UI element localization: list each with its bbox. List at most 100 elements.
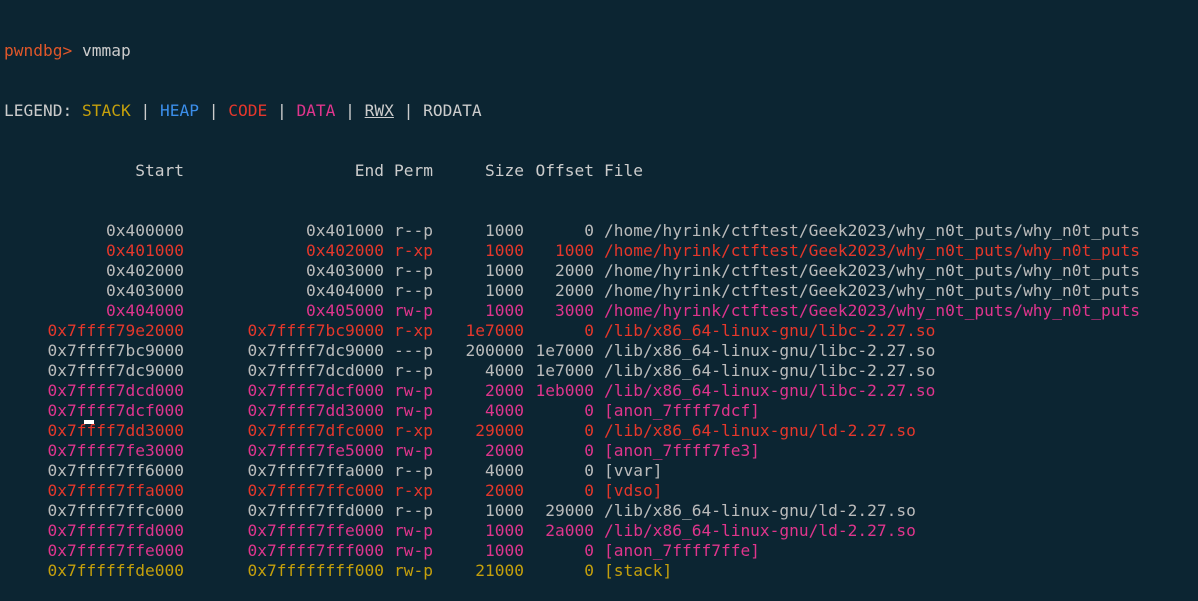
cell-offset: 2a000 bbox=[545, 521, 594, 540]
cell-size: 1000 bbox=[485, 541, 524, 560]
cell-size: 4000 bbox=[485, 401, 524, 420]
cell-file: [anon_7ffff7dcf] bbox=[604, 401, 760, 420]
cell-offset: 1000 bbox=[555, 241, 594, 260]
cell-perm: rw-p bbox=[394, 561, 433, 580]
cell-offset: 0 bbox=[584, 461, 594, 480]
mapping-table: 0x400000 0x401000 r--p 1000 0/home/hyrink/ct… bbox=[4, 221, 1140, 581]
cell-file: /home/hyrink/ctftest/Geek2023/why_n0t_pu… bbox=[604, 301, 1141, 320]
cell-end: 0x7ffff7bc9000 bbox=[247, 321, 384, 340]
cell-end: 0x7ffff7ffd000 bbox=[247, 501, 384, 520]
terminal-cursor bbox=[84, 420, 94, 424]
cell-end: 0x7ffff7dcf000 bbox=[247, 381, 384, 400]
legend-rwx: RWX bbox=[364, 101, 394, 120]
cell-start: 0x7ffff7fe3000 bbox=[47, 441, 184, 460]
cell-end: 0x401000 bbox=[306, 221, 384, 240]
cell-size: 1e7000 bbox=[465, 321, 524, 340]
cell-end: 0x403000 bbox=[306, 261, 384, 280]
cell-offset: 3000 bbox=[555, 301, 594, 320]
cell-file: /home/hyrink/ctftest/Geek2023/why_n0t_pu… bbox=[604, 281, 1141, 300]
cell-file: /lib/x86_64-linux-gnu/libc-2.27.so bbox=[604, 321, 936, 340]
header-end: End bbox=[354, 161, 384, 180]
legend-line: LEGEND: STACK | HEAP | CODE | DATA | RWX… bbox=[4, 101, 1140, 121]
prompt: pwndbg> bbox=[4, 41, 73, 60]
cell-file: [anon_7ffff7ffe] bbox=[604, 541, 760, 560]
cell-perm: rw-p bbox=[394, 401, 433, 420]
cell-size: 2000 bbox=[485, 441, 524, 460]
legend-separator: | bbox=[403, 101, 414, 120]
cell-end: 0x7ffff7dfc000 bbox=[247, 421, 384, 440]
cell-perm: r-xp bbox=[394, 481, 433, 500]
cell-file: /lib/x86_64-linux-gnu/libc-2.27.so bbox=[604, 361, 936, 380]
cell-perm: ---p bbox=[394, 341, 433, 360]
cell-size: 1000 bbox=[485, 501, 524, 520]
cell-start: 0x7ffff79e2000 bbox=[47, 321, 184, 340]
command-text: vmmap bbox=[81, 41, 131, 60]
cell-size: 1000 bbox=[485, 521, 524, 540]
cell-size: 29000 bbox=[475, 421, 524, 440]
cell-offset: 0 bbox=[584, 321, 594, 340]
cell-offset: 0 bbox=[584, 561, 594, 580]
cell-size: 2000 bbox=[485, 381, 524, 400]
table-row: 0x7ffff79e2000 0x7ffff7bc9000 r-xp 1e7000 0 /… bbox=[4, 321, 1140, 341]
cell-perm: r--p bbox=[394, 461, 433, 480]
terminal-output: pwndbg> vmmap LEGEND: STACK | HEAP | COD… bbox=[4, 1, 1140, 601]
cell-perm: rw-p bbox=[394, 541, 433, 560]
legend-label: LEGEND: bbox=[4, 101, 73, 120]
cell-end: 0x7ffffffff000 bbox=[247, 561, 384, 580]
cell-start: 0x403000 bbox=[106, 281, 184, 300]
cell-perm: r--p bbox=[394, 261, 433, 280]
table-row: 0x7ffff7dcd000 0x7ffff7dcf000 rw-p 2000 1eb0… bbox=[4, 381, 1140, 401]
cell-start: 0x7ffff7ffe000 bbox=[47, 541, 184, 560]
header-perm: Perm bbox=[394, 161, 433, 180]
cell-size: 4000 bbox=[485, 361, 524, 380]
cell-size: 1000 bbox=[485, 241, 524, 260]
cell-end: 0x7ffff7dd3000 bbox=[247, 401, 384, 420]
table-row: 0x401000 0x402000 r-xp 1000 1000/home/hyrink… bbox=[4, 241, 1140, 261]
cell-file: /lib/x86_64-linux-gnu/ld-2.27.so bbox=[604, 521, 916, 540]
header-start: Start bbox=[135, 161, 184, 180]
table-row: 0x7ffff7ff6000 0x7ffff7ffa000 r--p 4000 0 [vv… bbox=[4, 461, 1140, 481]
cell-file: [anon_7ffff7fe3] bbox=[604, 441, 760, 460]
cell-perm: r-xp bbox=[394, 421, 433, 440]
cell-file: /home/hyrink/ctftest/Geek2023/why_n0t_pu… bbox=[604, 241, 1141, 260]
cell-size: 4000 bbox=[485, 461, 524, 480]
legend-separator: | bbox=[345, 101, 355, 120]
cell-start: 0x7ffff7dc9000 bbox=[47, 361, 184, 380]
cell-perm: r--p bbox=[394, 281, 433, 300]
cell-offset: 2000 bbox=[555, 281, 594, 300]
legend-rodata: RODATA bbox=[423, 101, 482, 120]
cell-file: [vdso] bbox=[604, 481, 663, 500]
table-row: 0x400000 0x401000 r--p 1000 0/home/hyrink/ct… bbox=[4, 221, 1140, 241]
table-row: 0x7ffffffde000 0x7ffffffff000 rw-p 21000 0 [s… bbox=[4, 561, 1140, 581]
cell-end: 0x404000 bbox=[306, 281, 384, 300]
cell-offset: 29000 bbox=[545, 501, 594, 520]
cell-start: 0x7ffffffde000 bbox=[47, 561, 184, 580]
cell-size: 2000 bbox=[485, 481, 524, 500]
cell-file: /home/hyrink/ctftest/Geek2023/why_n0t_pu… bbox=[604, 221, 1141, 240]
table-row: 0x7ffff7ffe000 0x7ffff7fff000 rw-p 1000 0 [an… bbox=[4, 541, 1140, 561]
cell-perm: r-xp bbox=[394, 321, 433, 340]
table-row: 0x402000 0x403000 r--p 1000 2000/home/hyrink… bbox=[4, 261, 1140, 281]
table-row: 0x7ffff7fe3000 0x7ffff7fe5000 rw-p 2000 0 [an… bbox=[4, 441, 1140, 461]
table-row: 0x7ffff7ffa000 0x7ffff7ffc000 r-xp 2000 0 [vd… bbox=[4, 481, 1140, 501]
header-offset: Offset bbox=[535, 161, 594, 180]
cell-start: 0x400000 bbox=[106, 221, 184, 240]
table-row: 0x7ffff7dc9000 0x7ffff7dcd000 r--p 4000 1e70… bbox=[4, 361, 1140, 381]
cell-end: 0x7ffff7ffe000 bbox=[247, 521, 384, 540]
cell-start: 0x7ffff7bc9000 bbox=[47, 341, 184, 360]
cell-perm: r--p bbox=[394, 501, 433, 520]
header-size: Size bbox=[485, 161, 524, 180]
cell-size: 1000 bbox=[485, 261, 524, 280]
cell-start: 0x7ffff7ff6000 bbox=[47, 461, 184, 480]
cell-perm: rw-p bbox=[394, 521, 433, 540]
cell-end: 0x405000 bbox=[306, 301, 384, 320]
cell-offset: 1eb000 bbox=[535, 381, 594, 400]
cell-file: [vvar] bbox=[604, 461, 663, 480]
cell-offset: 1e7000 bbox=[535, 341, 594, 360]
cell-end: 0x7ffff7ffc000 bbox=[247, 481, 384, 500]
cell-start: 0x7ffff7ffd000 bbox=[47, 521, 184, 540]
cell-start: 0x7ffff7dcd000 bbox=[47, 381, 184, 400]
cell-size: 21000 bbox=[475, 561, 524, 580]
cell-perm: rw-p bbox=[394, 381, 433, 400]
table-row: 0x7ffff7ffc000 0x7ffff7ffd000 r--p 1000 2900… bbox=[4, 501, 1140, 521]
